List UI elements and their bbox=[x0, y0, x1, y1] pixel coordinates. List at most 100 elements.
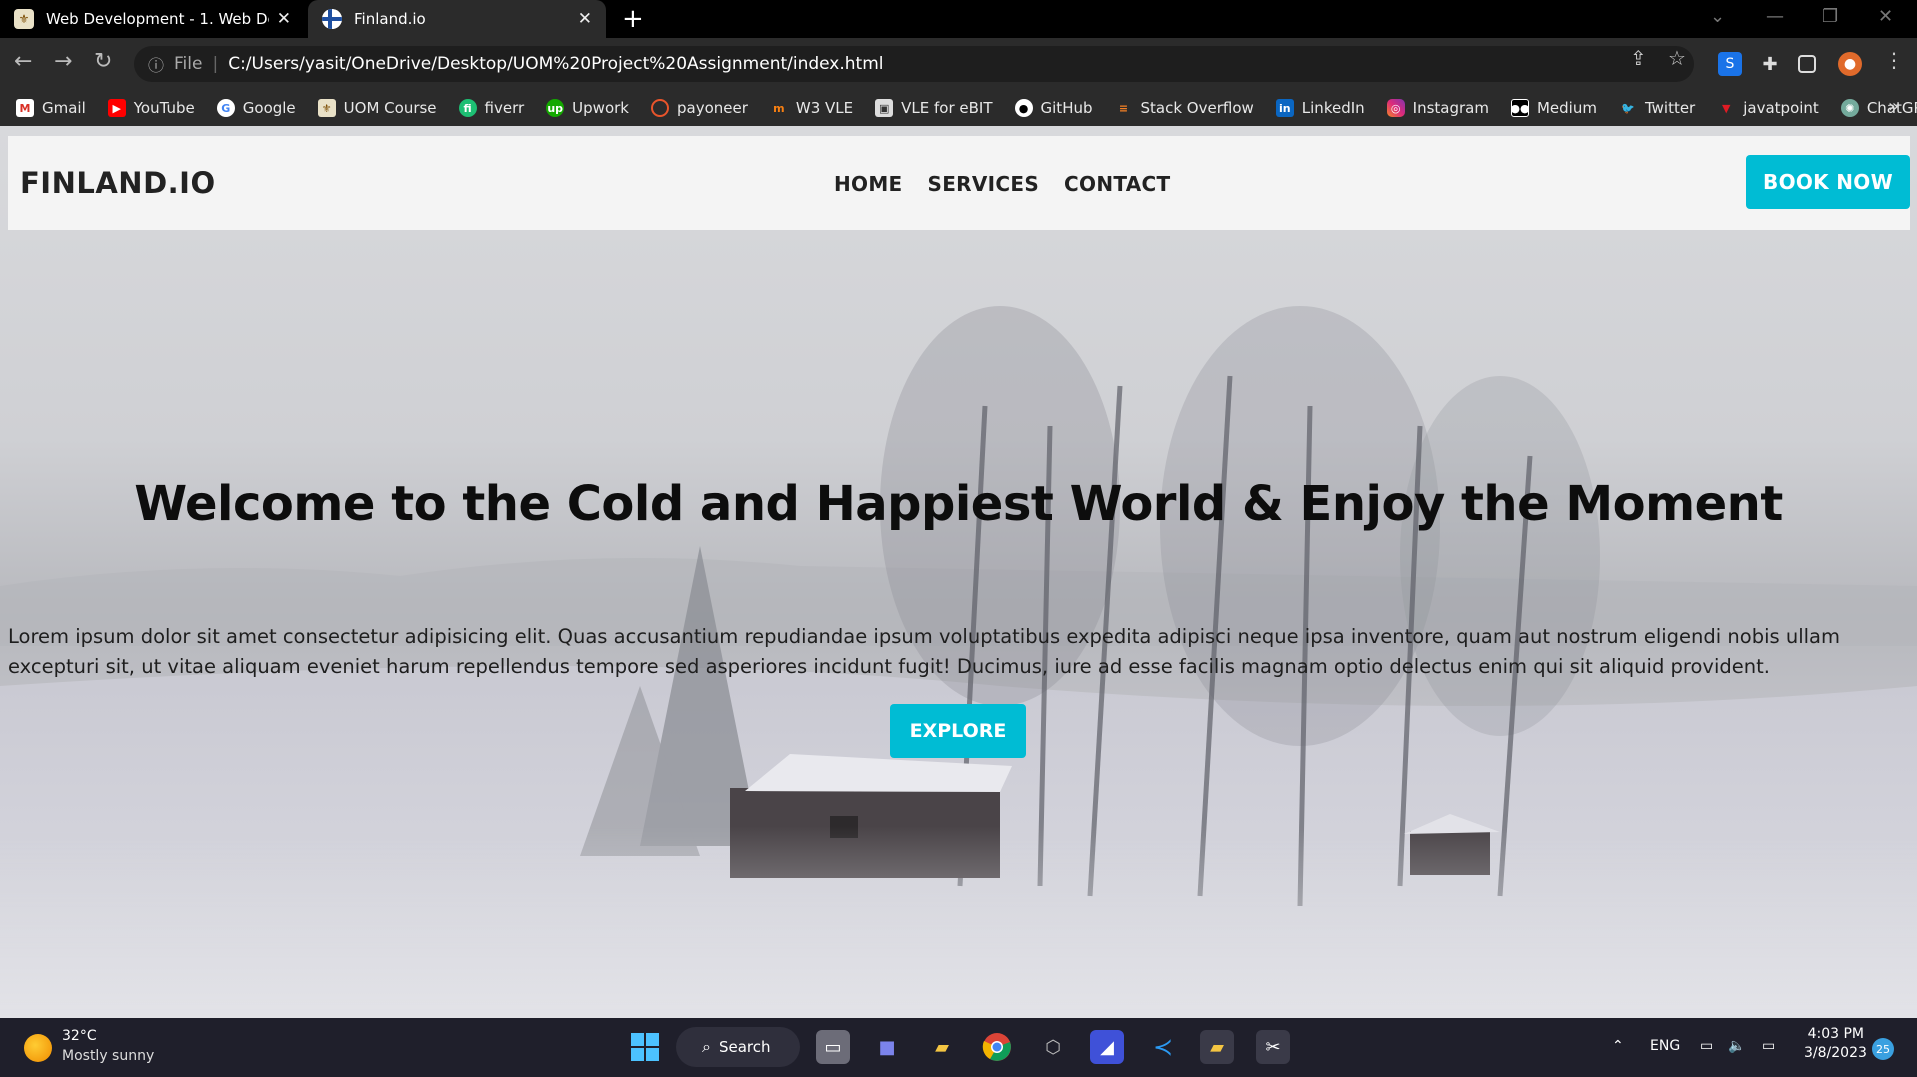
bookmark-linkedin[interactable]: in LinkedIn bbox=[1275, 99, 1365, 117]
javatpoint-icon: ▼ bbox=[1722, 101, 1731, 115]
gmail-icon: M bbox=[16, 99, 34, 117]
instagram-icon: ◎ bbox=[1386, 99, 1405, 117]
bookmark-star-icon[interactable]: ☆ bbox=[1668, 46, 1686, 70]
restore-icon[interactable]: ❐ bbox=[1822, 6, 1838, 27]
bookmark-instagram[interactable]: ◎ Instagram bbox=[1386, 99, 1489, 117]
chat-teams-icon[interactable]: ■ bbox=[870, 1030, 904, 1064]
chrome-icon[interactable] bbox=[980, 1030, 1014, 1064]
bookmark-upwork[interactable]: up Upwork bbox=[546, 99, 629, 117]
google-icon: G bbox=[216, 99, 235, 117]
bookmark-w3-vle[interactable]: m W3 VLE bbox=[770, 99, 853, 117]
bookmark-fiverr[interactable]: fi fiverr bbox=[458, 99, 524, 117]
book-now-button[interactable]: BOOK NOW bbox=[1746, 155, 1910, 209]
onedrive-folder-icon[interactable]: ▰ bbox=[1200, 1030, 1234, 1064]
taskbar: 32°C Mostly sunny ⌕ Search ▭ ■ ▰ ⬡ ◢ ≺ ▰… bbox=[0, 1018, 1917, 1077]
screen: ⚜ Web Development - 1. Web Desi ✕ Finlan… bbox=[0, 0, 1917, 1077]
medium-icon: ●● bbox=[1510, 99, 1530, 117]
bookmark-google[interactable]: G Google bbox=[216, 99, 296, 117]
extensions-puzzle-icon[interactable]: ✚ bbox=[1758, 52, 1782, 76]
site-navbar: FINLAND.IO HOME SERVICES CONTACT BOOK NO… bbox=[8, 136, 1910, 230]
bookmark-twitter[interactable]: 🐦 Twitter bbox=[1619, 99, 1695, 117]
bookmark-vle-ebit[interactable]: ▣ VLE for eBIT bbox=[875, 99, 993, 117]
finland-flag-icon bbox=[322, 9, 342, 29]
tab-title: Web Development - 1. Web Desi bbox=[46, 10, 269, 28]
tab-strip: ⚜ Web Development - 1. Web Desi ✕ Finlan… bbox=[0, 0, 1917, 38]
site-logo[interactable]: FINLAND.IO bbox=[20, 166, 216, 200]
back-arrow-icon[interactable]: ← bbox=[14, 50, 32, 74]
upwork-icon: up bbox=[546, 99, 565, 117]
unity-icon[interactable]: ⬡ bbox=[1036, 1030, 1070, 1064]
bookmark-javatpoint[interactable]: ▼ javatpoint bbox=[1717, 99, 1819, 117]
fiverr-icon: fi bbox=[458, 99, 477, 117]
linkedin-icon: in bbox=[1275, 99, 1294, 117]
menu-kebab-icon[interactable]: ⋮ bbox=[1884, 48, 1904, 72]
weather-sun-icon[interactable] bbox=[24, 1034, 52, 1062]
payoneer-icon bbox=[650, 99, 669, 117]
moodle-icon: m bbox=[773, 101, 785, 115]
dev-app-icon[interactable]: ◢ bbox=[1090, 1030, 1124, 1064]
hero-title: Welcome to the Cold and Happiest World &… bbox=[134, 476, 1783, 532]
nav-services-link[interactable]: SERVICES bbox=[928, 172, 1040, 196]
search-icon: ⌕ bbox=[702, 1037, 711, 1056]
url-scheme: File bbox=[174, 54, 203, 74]
snipping-tool-icon[interactable]: ✂ bbox=[1256, 1030, 1290, 1064]
new-tab-plus-icon[interactable]: + bbox=[622, 4, 644, 34]
page-viewport: FINLAND.IO HOME SERVICES CONTACT BOOK NO… bbox=[0, 126, 1917, 1018]
bookmark-youtube[interactable]: ▶ YouTube bbox=[107, 99, 195, 117]
tab-finland[interactable]: Finland.io ✕ bbox=[308, 0, 606, 38]
vle-icon: ▣ bbox=[875, 99, 894, 117]
bookmark-gmail[interactable]: M Gmail bbox=[16, 99, 86, 117]
file-explorer-icon[interactable]: ▰ bbox=[925, 1030, 959, 1064]
close-tab-icon[interactable]: ✕ bbox=[277, 9, 291, 29]
site-info-icon[interactable]: ⓘ bbox=[148, 52, 164, 76]
chatgpt-icon: ✺ bbox=[1840, 99, 1859, 117]
bookmarks-bar: M Gmail ▶ YouTube G Google ⚜ UOM Course fi fi… bbox=[0, 90, 1917, 126]
show-hidden-icons-chevron-icon[interactable]: ⌃ bbox=[1612, 1038, 1624, 1054]
network-icon[interactable]: ▭ bbox=[1700, 1038, 1713, 1054]
taskbar-search[interactable]: ⌕ Search bbox=[676, 1027, 800, 1067]
bookmark-chatgpt[interactable]: ✺ChatGPT bbox=[1840, 99, 1917, 117]
toolbar: ← → ↻ ⓘ File | C:/Users/yasit/OneDrive/D… bbox=[0, 38, 1917, 90]
uom-favicon-icon: ⚜ bbox=[14, 9, 34, 29]
bookmark-github[interactable]: ● GitHub bbox=[1014, 99, 1093, 117]
more-bookmarks-icon[interactable]: » bbox=[1888, 96, 1899, 117]
forward-arrow-icon[interactable]: → bbox=[54, 50, 72, 74]
system-clock[interactable]: 4:03 PM 3/8/2023 bbox=[1804, 1026, 1867, 1061]
task-view-icon[interactable]: ▭ bbox=[816, 1030, 850, 1064]
close-tab-icon[interactable]: ✕ bbox=[578, 9, 592, 29]
profile-avatar[interactable]: ● bbox=[1838, 52, 1862, 76]
bookmark-medium[interactable]: ●● Medium bbox=[1510, 99, 1597, 117]
close-window-icon[interactable]: ✕ bbox=[1878, 6, 1893, 27]
minimize-icon[interactable]: — bbox=[1766, 6, 1784, 27]
address-bar[interactable]: ⓘ File | C:/Users/yasit/OneDrive/Desktop… bbox=[134, 46, 1694, 82]
bookmark-uom-course[interactable]: ⚜ UOM Course bbox=[317, 99, 437, 117]
github-icon: ● bbox=[1014, 99, 1033, 117]
language-indicator[interactable]: ENG bbox=[1650, 1038, 1680, 1054]
side-panel-icon[interactable] bbox=[1798, 55, 1816, 73]
nav-home-link[interactable]: HOME bbox=[834, 172, 903, 196]
uom-icon: ⚜ bbox=[317, 99, 336, 117]
clock-time: 4:03 PM bbox=[1807, 1026, 1864, 1042]
tab-title: Finland.io bbox=[354, 10, 426, 28]
nav-contact-link[interactable]: CONTACT bbox=[1064, 172, 1170, 196]
explore-button[interactable]: EXPLORE bbox=[890, 704, 1026, 758]
clock-date: 3/8/2023 bbox=[1804, 1045, 1867, 1061]
share-icon[interactable]: ⇪ bbox=[1630, 46, 1647, 70]
vscode-icon[interactable]: ≺ bbox=[1146, 1030, 1180, 1064]
reload-icon[interactable]: ↻ bbox=[94, 50, 112, 74]
windows-start-icon[interactable] bbox=[628, 1030, 662, 1064]
weather-temperature[interactable]: 32°C bbox=[62, 1028, 97, 1044]
tab-web-development[interactable]: ⚜ Web Development - 1. Web Desi ✕ bbox=[0, 0, 305, 38]
notification-badge[interactable]: 25 bbox=[1872, 1038, 1894, 1060]
weather-description[interactable]: Mostly sunny bbox=[62, 1048, 154, 1064]
battery-icon[interactable]: ▭ bbox=[1762, 1038, 1775, 1054]
site-menu: HOME SERVICES CONTACT bbox=[834, 172, 1195, 196]
bookmark-payoneer[interactable]: payoneer bbox=[650, 99, 748, 117]
tab-search-chevron-icon[interactable]: ⌄ bbox=[1710, 6, 1725, 27]
hero-paragraph: Lorem ipsum dolor sit amet consectetur a… bbox=[8, 625, 1840, 678]
extension-s-icon[interactable]: S bbox=[1718, 52, 1742, 76]
url-text[interactable]: C:/Users/yasit/OneDrive/Desktop/UOM%20Pr… bbox=[228, 54, 883, 74]
youtube-icon: ▶ bbox=[107, 99, 126, 117]
volume-icon[interactable]: 🔈 bbox=[1728, 1038, 1745, 1054]
bookmark-stack-overflow[interactable]: ≡ Stack Overflow bbox=[1115, 99, 1254, 117]
